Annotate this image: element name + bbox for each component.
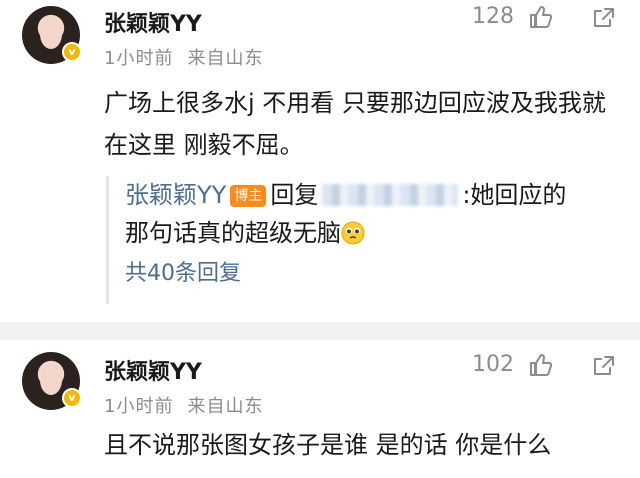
- comment-meta: 1小时前 来自山东: [104, 392, 263, 418]
- avatar[interactable]: v: [22, 352, 82, 410]
- comment-divider: [0, 322, 640, 340]
- verified-badge-icon: v: [62, 42, 82, 62]
- comment-author[interactable]: 张颖颖YY: [104, 354, 202, 386]
- comment-text: 且不说那张图女孩子是谁 是的话 你是什么: [104, 431, 552, 459]
- share-icon[interactable]: [592, 6, 616, 30]
- comment-location: 来自山东: [187, 396, 264, 417]
- comment-time: 1小时前: [104, 396, 174, 417]
- blurred-username: [322, 184, 459, 206]
- thumbs-up-icon[interactable]: [528, 352, 552, 378]
- reply-line-1: 张颖颖YY 博主 回复 :她回应的: [125, 176, 626, 214]
- reply-preview[interactable]: 张颖颖YY 博主 回复 :她回应的 那句话真的超级无脑 共40条回复: [106, 176, 626, 304]
- reply-text-start: :她回应的: [462, 181, 567, 209]
- reply-line-2: 那句话真的超级无脑: [125, 214, 626, 252]
- share-icon[interactable]: [592, 354, 616, 378]
- comment-item: v 张颖颖YY 1小时前 来自山东 102 且不说那张图女孩子是谁 是的话 你是什…: [0, 340, 640, 478]
- avatar-face: [40, 365, 62, 395]
- thumbs-up-icon[interactable]: [528, 4, 552, 30]
- verified-badge-icon: v: [62, 388, 82, 408]
- comment-item: v 张颖颖YY 1小时前 来自山东 128 广场上很多水j 不用看 只要那边回应波…: [0, 0, 640, 322]
- comment-meta: 1小时前 来自山东: [104, 44, 263, 70]
- like-count: 128: [472, 4, 514, 29]
- comment-text: 广场上很多水j 不用看 只要那边回应波及我我就在这里 刚毅不屈。: [104, 89, 606, 159]
- reply-text-end: 那句话真的超级无脑: [125, 219, 341, 247]
- comment-time: 1小时前: [104, 48, 174, 69]
- like-count: 102: [472, 352, 514, 377]
- reply-author[interactable]: 张颖颖YY: [125, 181, 226, 209]
- comment-author[interactable]: 张颖颖YY: [104, 6, 202, 38]
- reply-prefix: 回复: [270, 181, 319, 209]
- comment-location: 来自山东: [187, 48, 264, 69]
- author-tag-badge: 博主: [230, 185, 267, 207]
- pleading-face-emoji-icon: [341, 221, 365, 245]
- avatar[interactable]: v: [22, 6, 82, 64]
- view-replies-link[interactable]: 共40条回复: [125, 256, 626, 292]
- avatar-face: [40, 19, 62, 49]
